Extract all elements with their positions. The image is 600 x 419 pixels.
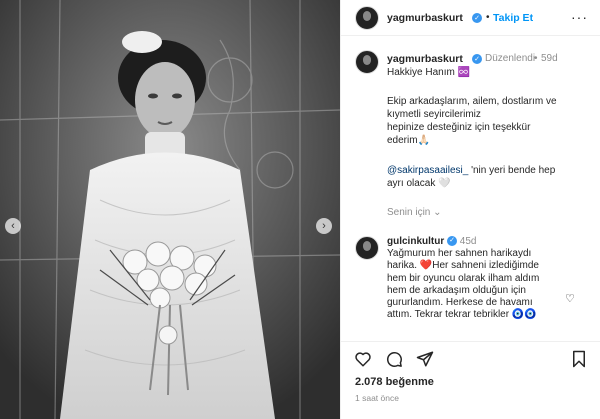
comment-username[interactable]: gulcinkultur [387,236,444,247]
like-count[interactable]: 2.078 beğenme [355,376,434,388]
post-photo[interactable]: ‹ › [0,0,340,419]
more-options-icon[interactable]: ··· [571,9,588,25]
comment-line: hem bir oyuncu olarak ilham aldım [387,272,540,284]
caption-line-rest: 'nin yeri bende hep [468,165,556,176]
comment-line: attım. Tekrar tekrar tebrikler 🧿🧿 [387,309,537,321]
caption-separator: • [534,53,538,64]
comments-fade [341,328,600,342]
comment-like-heart-icon[interactable]: ♡ [565,292,575,305]
post-sidebar: yagmurbaskurt ✓ • Takip Et ··· yagmurbas… [340,0,600,419]
comment-age: 45d [459,236,477,247]
comment-icon[interactable] [385,350,403,368]
caption-age: 59d [541,53,558,64]
follow-button[interactable]: Takip Et [493,12,533,24]
verified-badge-icon: ✓ [447,236,458,247]
share-icon[interactable] [416,350,434,368]
avatar[interactable] [355,6,379,30]
post-timestamp: 1 saat önce [355,393,399,403]
translation-toggle[interactable]: Senin için ⌄ [387,207,442,218]
caption-line: hepinize desteğiniz için teşekkür [387,122,531,133]
comment-line: gururlandım. Herkese de havamı [387,297,533,309]
mention-link[interactable]: @sakirpasaailesi_ [387,165,468,176]
comment-line: Yağmurum her sahnen harikaydı [387,248,532,260]
chevron-left-icon[interactable]: ‹ [5,218,21,234]
comment-line: hem de arkadaşım olduğun için [387,284,526,296]
action-bar: 2.078 beğenme 1 saat önce [341,341,600,419]
caption-avatar[interactable] [355,50,379,74]
caption-line: Ekip arkadaşlarım, ailem, dostlarım ve [387,96,557,107]
caption-line: kıymetli seyircilerimiz [387,109,481,120]
comment-line: harika. ❤️Her sahneni izlediğimde [387,260,539,272]
header-separator: • [486,12,490,23]
caption-line: @sakirpasaailesi_ 'nin yeri bende hep [387,164,587,177]
bookmark-icon[interactable] [570,350,588,368]
chevron-right-icon[interactable]: › [316,218,332,234]
verified-badge-icon: ✓ [472,54,482,64]
caption-line: Hakkiye Hanım ♾️ [387,67,471,78]
header-username[interactable]: yagmurbaskurt [387,12,463,24]
post-header: yagmurbaskurt ✓ • Takip Et ··· [341,0,600,36]
comment: gulcinkultur ✓ 45d Yağmurum her sahnen h… [387,236,559,321]
verified-badge-icon: ✓ [472,13,482,23]
heart-icon[interactable] [354,350,372,368]
comment-avatar[interactable] [355,236,379,260]
caption-line: ederim🙏🏻 [387,135,431,146]
caption-line: ayrı olacak 🤍 [387,178,451,189]
edited-label: Düzenlendi [485,53,536,64]
caption-username[interactable]: yagmurbaskurt [387,53,463,65]
bride-photo-image [0,0,340,419]
